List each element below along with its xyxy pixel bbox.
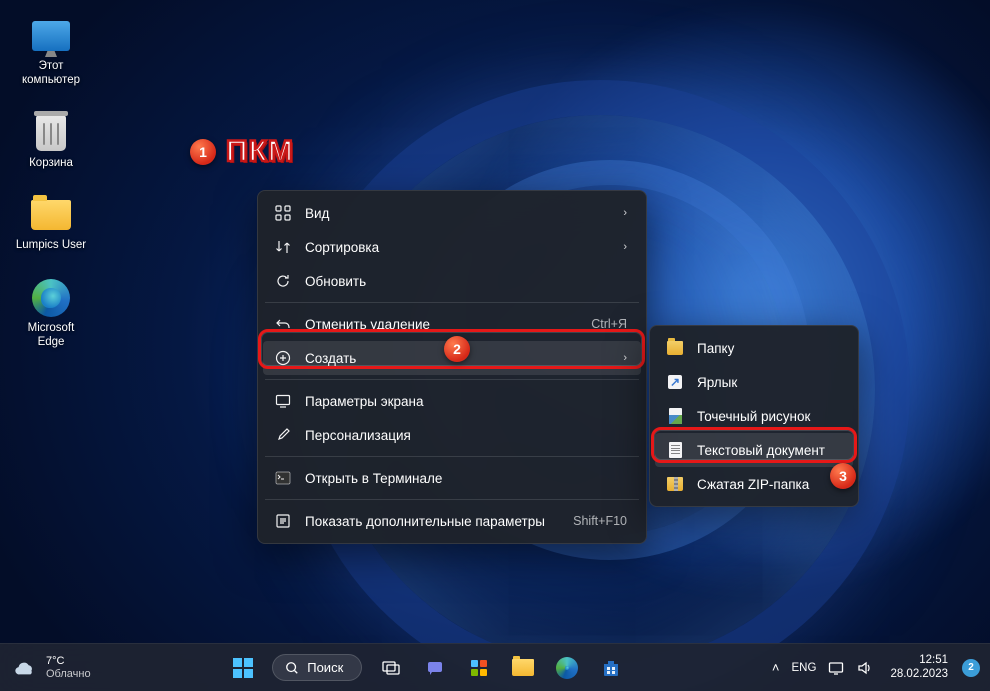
menu-personalize[interactable]: Персонализация bbox=[263, 418, 641, 452]
chat-button[interactable] bbox=[415, 648, 455, 688]
taskbar: 7°C Облачно Поиск ˄ ENG 12:51 28.02.2023… bbox=[0, 643, 990, 691]
cloud-icon bbox=[14, 657, 36, 679]
terminal-icon bbox=[275, 470, 291, 486]
zip-icon bbox=[667, 476, 683, 492]
folder-icon bbox=[667, 340, 683, 356]
widgets-icon bbox=[469, 658, 489, 678]
temp-text: 7°C bbox=[46, 655, 91, 668]
explorer-button[interactable] bbox=[503, 648, 543, 688]
tray-chevron-icon[interactable]: ˄ bbox=[772, 660, 780, 675]
store-icon bbox=[601, 658, 621, 678]
submenu-text-document[interactable]: Текстовый документ bbox=[655, 433, 853, 467]
notification-badge[interactable]: 2 bbox=[962, 659, 980, 677]
windows-logo-icon bbox=[233, 658, 253, 678]
menu-sort[interactable]: Сортировка › bbox=[263, 230, 641, 264]
submenu-zip[interactable]: Сжатая ZIP-папка bbox=[655, 467, 853, 501]
refresh-icon bbox=[275, 273, 291, 289]
widgets-button[interactable] bbox=[459, 648, 499, 688]
view-icon bbox=[275, 205, 291, 221]
weather-widget[interactable]: 7°C Облачно bbox=[0, 655, 91, 680]
edge-icon bbox=[556, 657, 578, 679]
badge-1: 1 bbox=[190, 139, 216, 165]
search-label: Поиск bbox=[307, 660, 343, 675]
menu-more-options[interactable]: Показать дополнительные параметры Shift+… bbox=[263, 504, 641, 538]
submenu-bitmap[interactable]: Точечный рисунок bbox=[655, 399, 853, 433]
text-doc-icon bbox=[667, 442, 683, 458]
task-view-icon bbox=[381, 658, 401, 678]
sort-icon bbox=[275, 239, 291, 255]
language-indicator[interactable]: ENG bbox=[792, 662, 817, 674]
new-submenu: Папку ↗ Ярлык Точечный рисунок Текстовый… bbox=[649, 325, 859, 507]
undo-icon bbox=[275, 316, 291, 332]
annotation-1-text: ПКМ bbox=[226, 135, 294, 169]
chat-icon bbox=[425, 658, 445, 678]
edge-button[interactable] bbox=[547, 648, 587, 688]
brush-icon bbox=[275, 427, 291, 443]
menu-refresh[interactable]: Обновить bbox=[263, 264, 641, 298]
this-pc-icon[interactable]: Этот компьютер bbox=[12, 12, 90, 91]
chevron-right-icon: › bbox=[623, 241, 627, 253]
badge-3: 3 bbox=[830, 463, 856, 489]
user-folder-icon[interactable]: Lumpics User bbox=[12, 191, 90, 256]
submenu-folder[interactable]: Папку bbox=[655, 331, 853, 365]
start-button[interactable] bbox=[223, 648, 263, 688]
network-icon[interactable] bbox=[828, 660, 844, 676]
task-view-button[interactable] bbox=[371, 648, 411, 688]
shortcut-icon: ↗ bbox=[667, 374, 683, 390]
menu-terminal[interactable]: Открыть в Терминале bbox=[263, 461, 641, 495]
edge-label: Microsoft Edge bbox=[15, 322, 87, 350]
display-icon bbox=[275, 393, 291, 409]
more-options-icon bbox=[275, 513, 291, 529]
edge-icon[interactable]: Microsoft Edge bbox=[12, 274, 90, 353]
volume-icon[interactable] bbox=[856, 660, 872, 676]
badge-2: 2 bbox=[444, 336, 470, 362]
user-folder-label: Lumpics User bbox=[16, 239, 86, 253]
submenu-shortcut[interactable]: ↗ Ярлык bbox=[655, 365, 853, 399]
this-pc-label: Этот компьютер bbox=[22, 60, 80, 88]
plus-circle-icon bbox=[275, 350, 291, 366]
bitmap-icon bbox=[667, 408, 683, 424]
annotation-1: 1 ПКМ bbox=[190, 135, 294, 169]
desktop-context-menu: Вид › Сортировка › Обновить Отменить уда… bbox=[257, 190, 647, 544]
menu-display-settings[interactable]: Параметры экрана bbox=[263, 384, 641, 418]
taskbar-search[interactable]: Поиск bbox=[272, 654, 362, 681]
recycle-bin-icon[interactable]: Корзина bbox=[12, 109, 90, 174]
chevron-right-icon: › bbox=[623, 352, 627, 364]
menu-view[interactable]: Вид › bbox=[263, 196, 641, 230]
weather-text: Облачно bbox=[46, 668, 91, 681]
store-button[interactable] bbox=[591, 648, 631, 688]
desktop-icons-area: Этот компьютер Корзина Lumpics User Micr… bbox=[12, 12, 90, 353]
search-icon bbox=[285, 661, 299, 675]
clock[interactable]: 12:51 28.02.2023 bbox=[884, 654, 954, 682]
folder-icon bbox=[512, 659, 534, 676]
recycle-bin-label: Корзина bbox=[29, 157, 73, 171]
chevron-right-icon: › bbox=[623, 207, 627, 219]
